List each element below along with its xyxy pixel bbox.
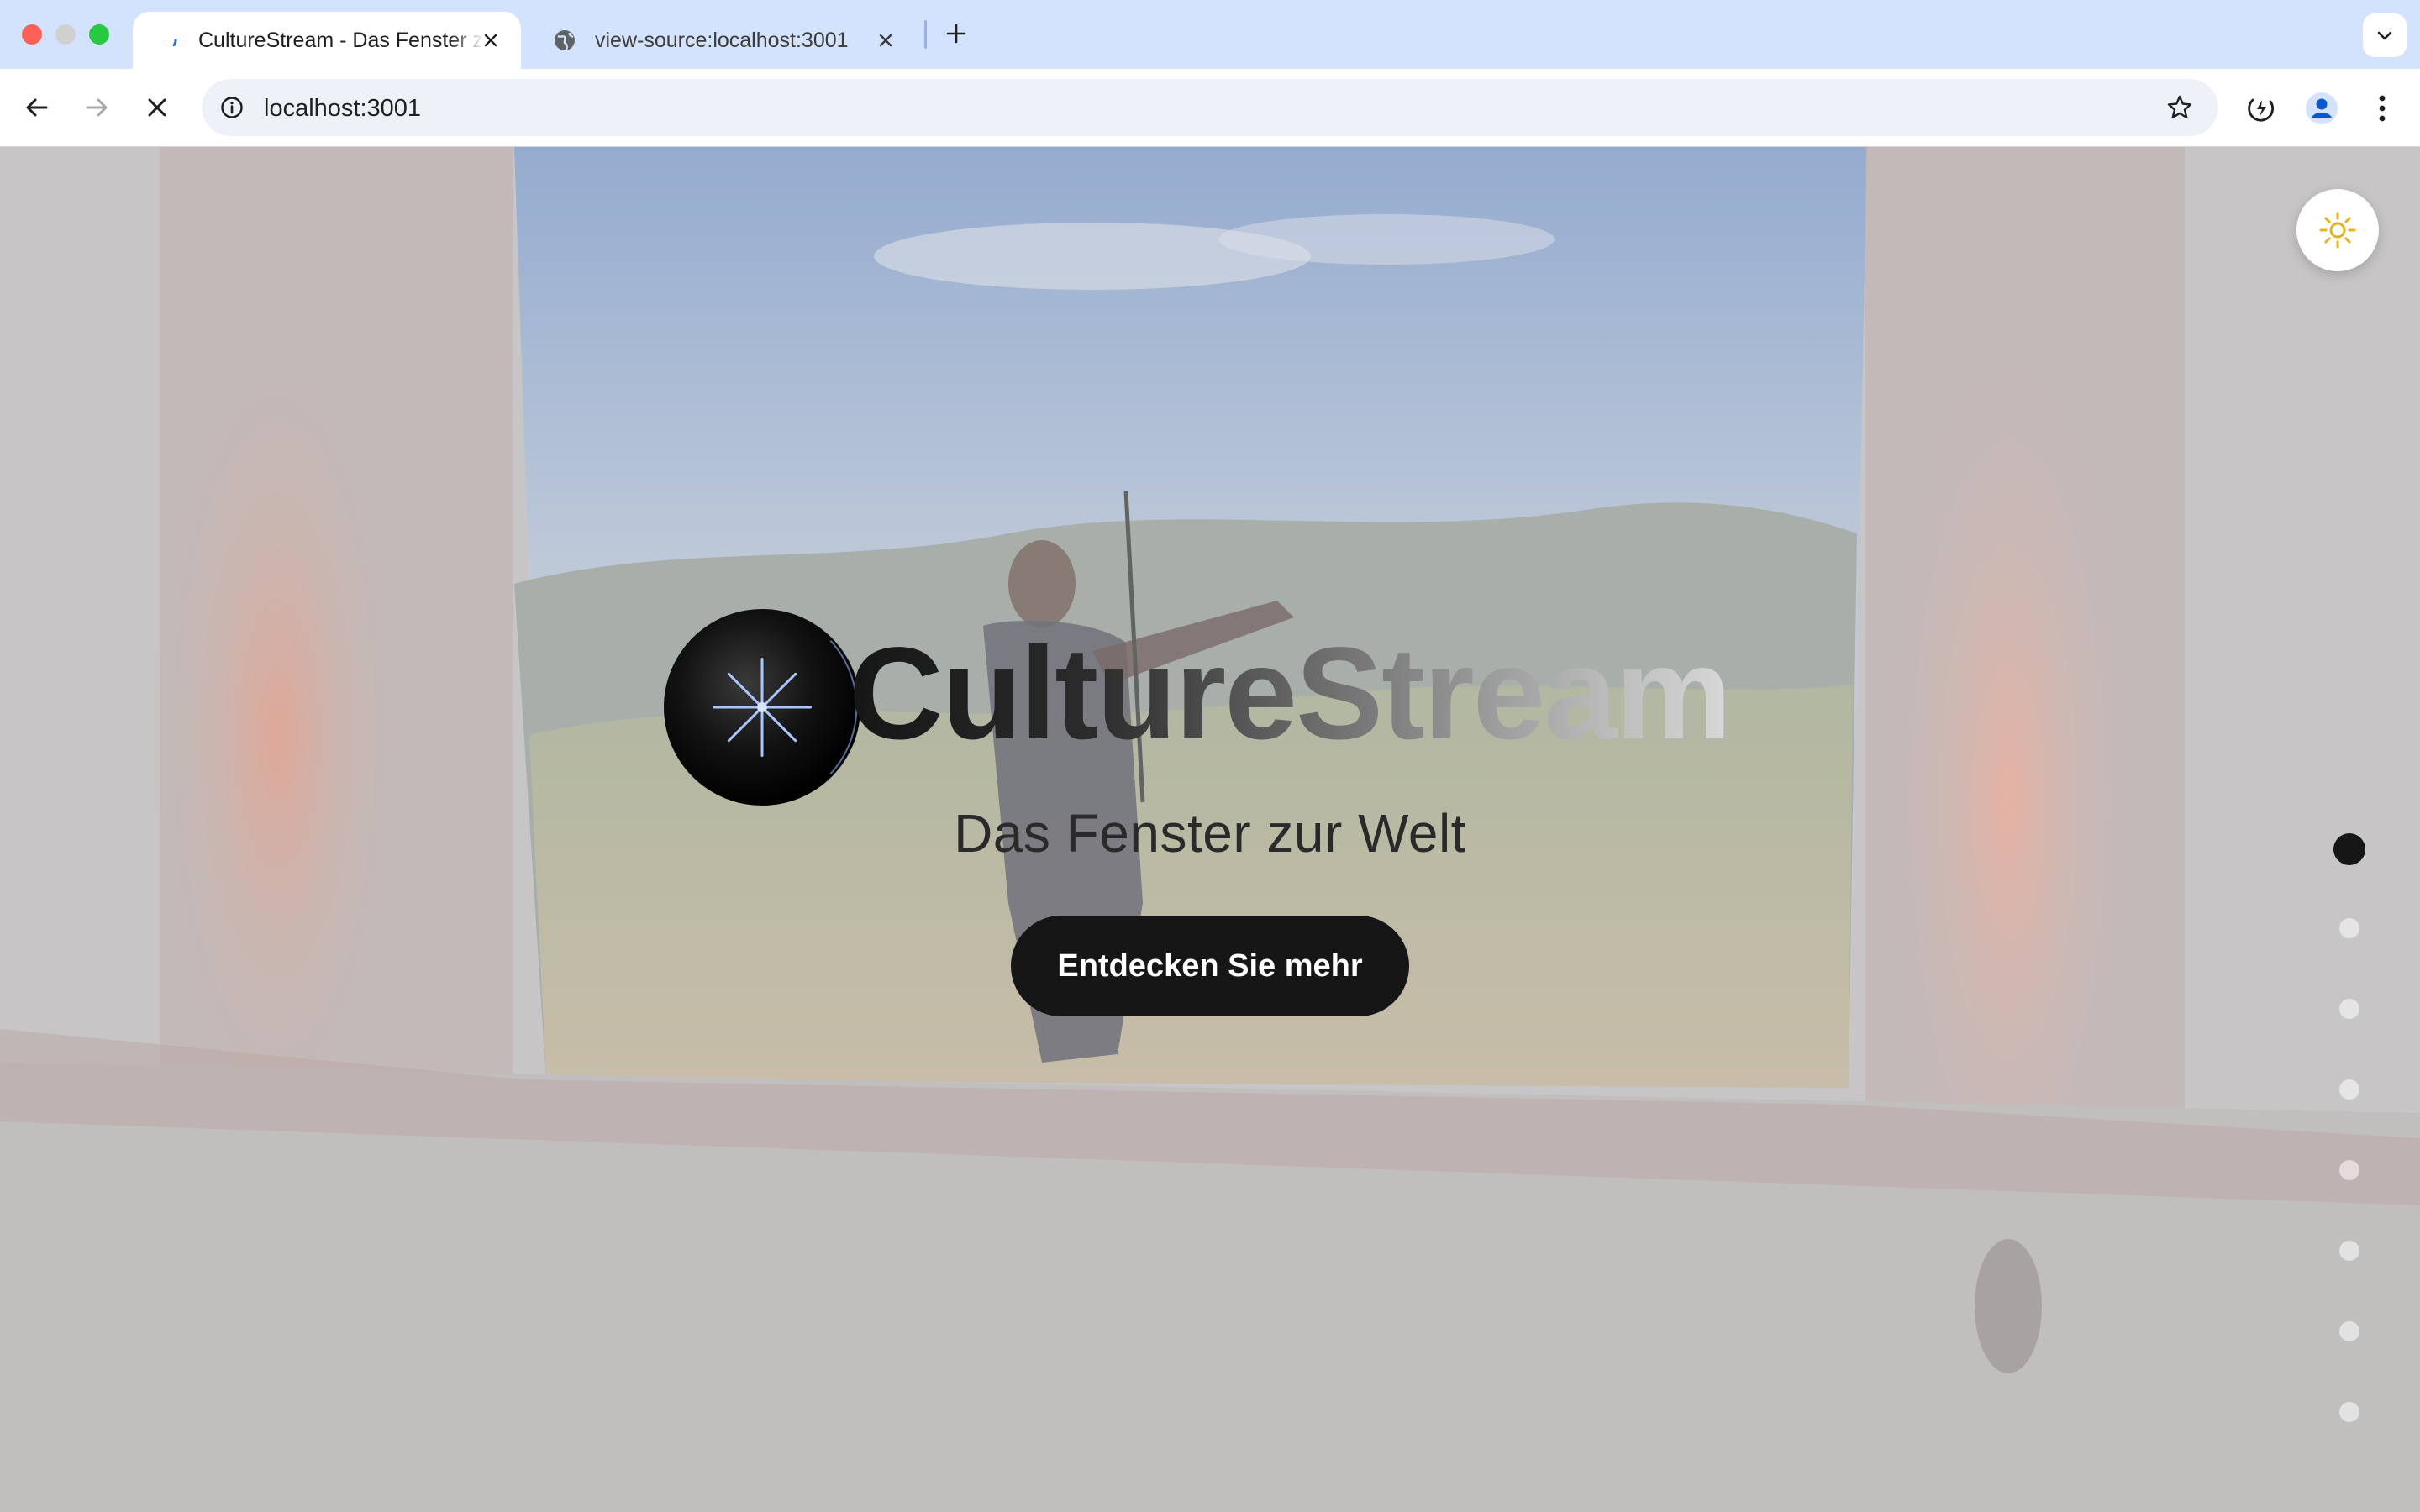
arrow-left-icon bbox=[26, 98, 48, 117]
address-bar[interactable]: localhost:3001 bbox=[202, 79, 2218, 136]
stop-loading-button[interactable] bbox=[137, 87, 177, 128]
section-dot-3[interactable] bbox=[2339, 999, 2360, 1019]
minimize-window-button[interactable] bbox=[55, 24, 76, 45]
section-dot-2[interactable] bbox=[2339, 918, 2360, 938]
profile-avatar-icon[interactable] bbox=[2302, 89, 2341, 128]
close-icon bbox=[148, 98, 166, 117]
brand-title: CultureStream bbox=[849, 621, 1732, 767]
tab-title: view-source:localhost:3001 bbox=[595, 28, 849, 52]
globe-icon bbox=[553, 29, 576, 52]
tab-view-source[interactable]: view-source:localhost:3001 bbox=[529, 12, 916, 69]
maximize-window-button[interactable] bbox=[89, 24, 109, 45]
discover-more-button[interactable]: Entdecken Sie mehr bbox=[1011, 916, 1409, 1016]
browser-toolbar: localhost:3001 bbox=[0, 69, 2420, 147]
loading-spinner-icon bbox=[156, 29, 180, 52]
plus-icon bbox=[946, 24, 966, 44]
tab-culturestream[interactable]: CultureStream - Das Fenster zur Welt bbox=[133, 12, 521, 69]
theme-toggle-button[interactable] bbox=[2296, 189, 2379, 271]
sparkle-orb-logo bbox=[664, 608, 861, 806]
close-window-button[interactable] bbox=[22, 24, 42, 45]
close-tab-icon[interactable] bbox=[874, 29, 897, 52]
chevron-down-icon bbox=[2377, 31, 2392, 40]
tab-bar: CultureStream - Das Fenster zur Welt vie… bbox=[0, 0, 2420, 69]
section-dot-4[interactable] bbox=[2339, 1079, 2360, 1100]
back-button[interactable] bbox=[17, 87, 57, 128]
tab-separator bbox=[924, 20, 927, 49]
close-tab-icon[interactable] bbox=[479, 29, 502, 52]
new-tab-button[interactable] bbox=[939, 17, 973, 50]
tab-title: CultureStream - Das Fenster zur Welt bbox=[198, 28, 484, 52]
hero-tagline: Das Fenster zur Welt bbox=[954, 803, 1466, 864]
more-menu-icon[interactable] bbox=[2363, 89, 2402, 128]
section-dot-8[interactable] bbox=[2339, 1402, 2360, 1422]
url-text: localhost:3001 bbox=[264, 95, 422, 122]
section-dot-7[interactable] bbox=[2339, 1321, 2360, 1341]
section-dot-5[interactable] bbox=[2339, 1160, 2360, 1180]
section-dot-6[interactable] bbox=[2339, 1241, 2360, 1261]
sun-icon bbox=[2319, 212, 2356, 249]
tab-search-button[interactable] bbox=[2363, 13, 2407, 57]
site-info-icon[interactable] bbox=[213, 89, 250, 126]
bookmark-star-icon[interactable] bbox=[2163, 91, 2196, 124]
performance-icon[interactable] bbox=[2242, 89, 2281, 128]
page-viewport: CultureStream Das Fenster zur Welt Entde… bbox=[0, 147, 2420, 1512]
arrow-right-icon bbox=[86, 98, 108, 117]
section-dot-1[interactable] bbox=[2333, 833, 2365, 865]
forward-button[interactable] bbox=[76, 87, 117, 128]
